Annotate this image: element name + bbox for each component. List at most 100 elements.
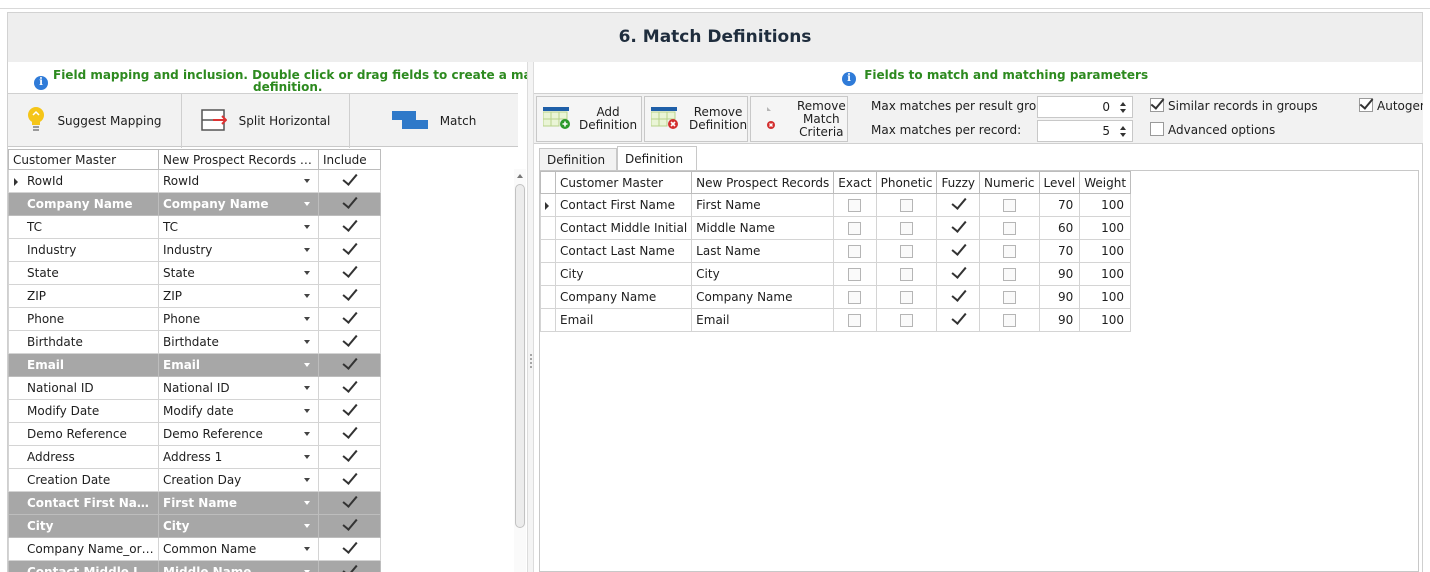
mapping-row[interactable]: Birthdate Birthdate	[8, 330, 381, 354]
customer-master-field[interactable]: Industry	[8, 238, 159, 262]
tab-definition-2[interactable]: Definition 2	[617, 146, 697, 191]
advanced-options-checkbox[interactable]	[1150, 122, 1164, 136]
phonetic-checkbox[interactable]	[900, 268, 914, 281]
prospect-field-dropdown[interactable]: Birthdate	[158, 330, 319, 354]
similar-records-checkbox[interactable]	[1150, 98, 1164, 112]
exact-checkbox[interactable]	[848, 222, 862, 235]
fuzzy-checkbox[interactable]	[951, 242, 966, 257]
split-horizontal-button[interactable]: Split Horizontal	[182, 94, 350, 148]
include-checkbox[interactable]	[342, 425, 357, 440]
dropdown-arrow-icon[interactable]	[304, 202, 310, 206]
include-checkbox[interactable]	[342, 494, 357, 509]
fuzzy-checkbox[interactable]	[951, 265, 966, 280]
prospect-field[interactable]: Company Name	[691, 285, 835, 309]
prospect-field-dropdown[interactable]: First Name	[158, 491, 319, 515]
spin-up-icon[interactable]	[1120, 126, 1126, 130]
mapping-row[interactable]: Address Address 1	[8, 445, 381, 469]
customer-master-field[interactable]: Contact Last Name	[554, 239, 693, 263]
customer-master-field[interactable]: Company Name	[554, 285, 693, 309]
weight-value[interactable]: 100	[1079, 216, 1132, 240]
dropdown-arrow-icon[interactable]	[304, 386, 310, 390]
numeric-checkbox[interactable]	[1002, 291, 1016, 304]
weight-value[interactable]: 100	[1079, 285, 1132, 309]
level-value[interactable]: 60	[1038, 216, 1081, 240]
include-checkbox[interactable]	[342, 471, 357, 486]
prospect-field-dropdown[interactable]: RowId	[158, 169, 319, 193]
exact-checkbox[interactable]	[848, 268, 862, 281]
column-header-customer-master[interactable]: Customer Master	[8, 149, 159, 170]
include-checkbox[interactable]	[342, 310, 357, 325]
customer-master-field[interactable]: Contact Middle Initial	[554, 216, 693, 240]
prospect-field-dropdown[interactable]: Company Name	[158, 192, 319, 216]
criteria-row[interactable]: City City 90 100	[540, 262, 1132, 286]
numeric-checkbox[interactable]	[1002, 199, 1016, 212]
prospect-field-dropdown[interactable]: Creation Day	[158, 468, 319, 492]
customer-master-field[interactable]: National ID	[8, 376, 159, 400]
column-header-customer-master[interactable]: Customer Master	[554, 171, 693, 194]
prospect-field-dropdown[interactable]: City	[158, 514, 319, 538]
weight-value[interactable]: 100	[1079, 262, 1132, 286]
criteria-row[interactable]: Contact Last Name Last Name 70 100	[540, 239, 1132, 263]
prospect-field-dropdown[interactable]: Demo Reference	[158, 422, 319, 446]
fuzzy-checkbox[interactable]	[951, 196, 966, 211]
prospect-field-dropdown[interactable]: Common Name	[158, 537, 319, 561]
include-checkbox[interactable]	[342, 540, 357, 555]
match-button[interactable]: Match	[350, 94, 518, 148]
customer-master-field[interactable]: Birthdate	[8, 330, 159, 354]
row-indicator-cell[interactable]	[540, 239, 556, 263]
column-header-include[interactable]: Include	[318, 149, 381, 170]
fuzzy-checkbox[interactable]	[951, 311, 966, 326]
include-checkbox[interactable]	[342, 264, 357, 279]
customer-master-field[interactable]: State	[8, 261, 159, 285]
scroll-thumb[interactable]	[515, 184, 525, 528]
mapping-row[interactable]: Industry Industry	[8, 238, 381, 262]
dropdown-arrow-icon[interactable]	[304, 179, 310, 183]
customer-master-field[interactable]: Demo Reference	[8, 422, 159, 446]
dropdown-arrow-icon[interactable]	[304, 409, 310, 413]
prospect-field[interactable]: Email	[691, 308, 835, 332]
column-header-weight[interactable]: Weight	[1079, 171, 1132, 194]
mapping-row[interactable]: Email Email	[8, 353, 381, 377]
dropdown-arrow-icon[interactable]	[304, 478, 310, 482]
include-checkbox[interactable]	[342, 517, 357, 532]
row-indicator-cell[interactable]	[540, 193, 556, 217]
dropdown-arrow-icon[interactable]	[304, 524, 310, 528]
column-header-fuzzy[interactable]: Fuzzy	[936, 171, 980, 194]
mapping-row[interactable]: Modify Date Modify date	[8, 399, 381, 423]
remove-match-criteria-button[interactable]: Remove Match Criteria	[750, 96, 848, 142]
include-checkbox[interactable]	[342, 563, 357, 572]
add-definition-button[interactable]: Add Definition	[536, 96, 642, 142]
criteria-row[interactable]: Contact Middle Initial Middle Name 60 100	[540, 216, 1132, 240]
spin-up-icon[interactable]	[1120, 102, 1126, 106]
dropdown-arrow-icon[interactable]	[304, 455, 310, 459]
scroll-up-arrow-icon[interactable]	[517, 174, 523, 178]
include-checkbox[interactable]	[342, 287, 357, 302]
include-checkbox[interactable]	[342, 402, 357, 417]
fuzzy-checkbox[interactable]	[951, 219, 966, 234]
prospect-field-dropdown[interactable]: TC	[158, 215, 319, 239]
row-indicator-cell[interactable]	[540, 308, 556, 332]
prospect-field[interactable]: First Name	[691, 193, 835, 217]
customer-master-field[interactable]: Address	[8, 445, 159, 469]
prospect-field-dropdown[interactable]: ZIP	[158, 284, 319, 308]
dropdown-arrow-icon[interactable]	[304, 294, 310, 298]
prospect-field-dropdown[interactable]: Modify date	[158, 399, 319, 423]
phonetic-checkbox[interactable]	[900, 222, 914, 235]
row-indicator-cell[interactable]	[540, 285, 556, 309]
customer-master-field[interactable]: RowId	[8, 169, 159, 193]
criteria-row[interactable]: Contact First Name First Name 70 100	[540, 193, 1132, 217]
include-checkbox[interactable]	[342, 218, 357, 233]
splitter-grip[interactable]	[530, 354, 532, 368]
dropdown-arrow-icon[interactable]	[304, 271, 310, 275]
phonetic-checkbox[interactable]	[900, 245, 914, 258]
prospect-field[interactable]: City	[691, 262, 835, 286]
mapping-row[interactable]: Phone Phone	[8, 307, 381, 331]
spin-down-icon[interactable]	[1120, 133, 1126, 137]
exact-checkbox[interactable]	[848, 245, 862, 258]
criteria-row[interactable]: Email Email 90 100	[540, 308, 1132, 332]
dropdown-arrow-icon[interactable]	[304, 432, 310, 436]
prospect-field-dropdown[interactable]: Middle Name	[158, 560, 319, 572]
numeric-checkbox[interactable]	[1002, 222, 1016, 235]
level-value[interactable]: 70	[1038, 193, 1081, 217]
weight-value[interactable]: 100	[1079, 193, 1132, 217]
